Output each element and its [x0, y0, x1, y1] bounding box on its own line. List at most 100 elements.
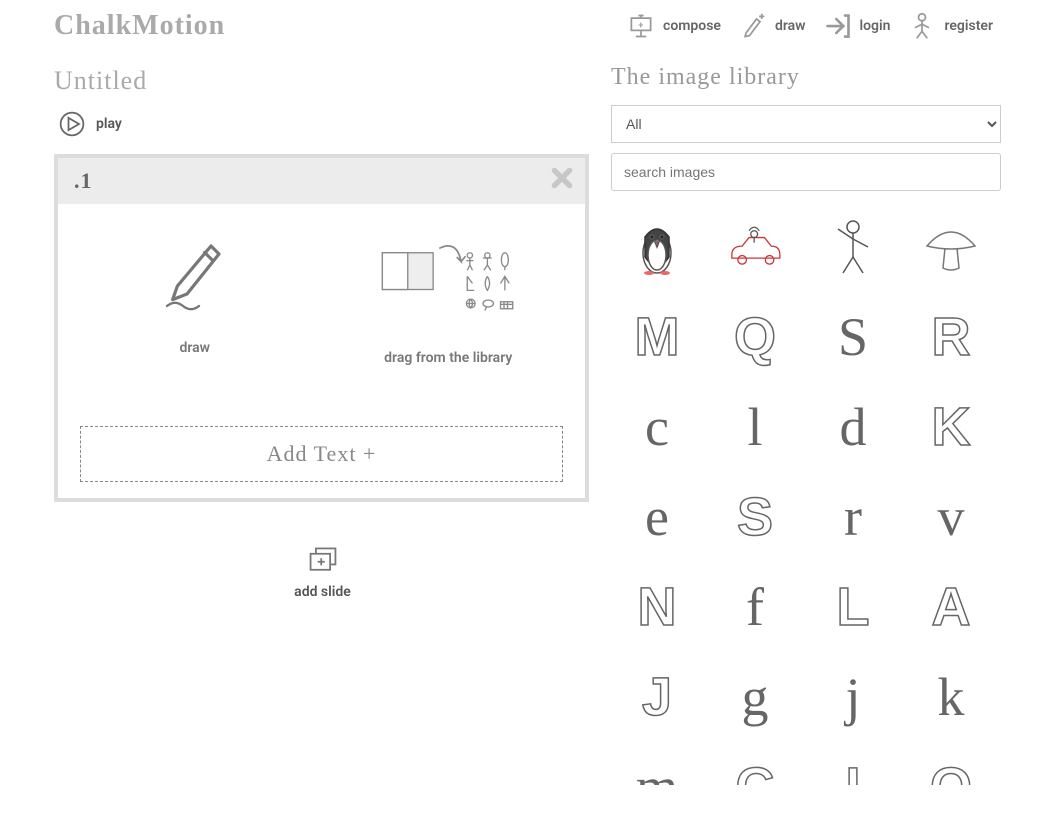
- library-item[interactable]: [709, 205, 801, 289]
- library-item[interactable]: c: [611, 385, 703, 469]
- car-icon: [725, 217, 785, 277]
- glyph: f: [746, 580, 764, 634]
- play-button[interactable]: play: [58, 110, 591, 138]
- glyph: j: [845, 670, 860, 724]
- app-logo: ChalkMotion: [54, 10, 225, 42]
- pencil-icon: [155, 234, 235, 314]
- slide-number: .1: [68, 168, 93, 194]
- glyph: I: [845, 760, 860, 785]
- pencil-plus-icon: [739, 12, 767, 40]
- drag-library-icon: [378, 234, 518, 324]
- library-item[interactable]: L: [807, 565, 899, 649]
- add-slide-label: add slide: [294, 584, 351, 600]
- slide-body: draw: [58, 204, 585, 376]
- mushroom-icon: [921, 217, 981, 277]
- glyph: d: [840, 400, 867, 454]
- nav-compose-label: compose: [663, 18, 721, 34]
- drag-option-label: drag from the library: [384, 350, 512, 366]
- draw-option-label: draw: [179, 340, 210, 356]
- easel-icon: +: [627, 12, 655, 40]
- main: Untitled play .1: [0, 42, 1041, 785]
- slide-option-draw[interactable]: draw: [68, 234, 322, 366]
- library-title: The image library: [611, 64, 1001, 91]
- nav-draw-label: draw: [775, 18, 806, 34]
- library-item[interactable]: f: [709, 565, 801, 649]
- login-icon: [824, 12, 852, 40]
- nav-register-label: register: [944, 18, 993, 34]
- library-item[interactable]: l: [709, 385, 801, 469]
- library-column: The image library All MQ S Rc l d Ke Sr v Nf L A Jg…: [611, 58, 1001, 785]
- glyph: L: [837, 580, 870, 634]
- glyph: R: [932, 310, 971, 364]
- glyph: K: [932, 400, 971, 454]
- library-search-input[interactable]: [611, 153, 1001, 191]
- play-label: play: [96, 116, 122, 132]
- library-item[interactable]: R: [905, 295, 997, 379]
- nav-register[interactable]: register: [908, 12, 993, 40]
- nav: + compose draw login register: [627, 12, 993, 40]
- library-item[interactable]: M: [611, 295, 703, 379]
- glyph: N: [638, 580, 677, 634]
- add-text-button[interactable]: Add Text +: [80, 426, 563, 482]
- glyph: e: [645, 490, 669, 544]
- slide-close-button[interactable]: [549, 164, 575, 199]
- add-slide-button[interactable]: add slide: [54, 546, 591, 600]
- glyph: r: [844, 490, 862, 544]
- library-item[interactable]: m: [611, 745, 703, 785]
- close-icon: [549, 165, 575, 191]
- slide-card: .1 draw: [54, 154, 589, 502]
- library-item[interactable]: A: [905, 565, 997, 649]
- library-item[interactable]: S: [807, 295, 899, 379]
- stick-figure-icon: [908, 12, 936, 40]
- document-title[interactable]: Untitled: [54, 66, 591, 96]
- stick-person-icon: [823, 217, 883, 277]
- slide-option-drag[interactable]: drag from the library: [322, 234, 576, 366]
- library-item[interactable]: g: [709, 655, 801, 739]
- library-filter-select[interactable]: All: [611, 105, 1001, 143]
- nav-login-label: login: [860, 18, 891, 34]
- svg-text:+: +: [638, 21, 643, 31]
- library-item[interactable]: [905, 205, 997, 289]
- glyph: M: [635, 310, 680, 364]
- glyph: O: [930, 760, 972, 785]
- slide-header: .1: [58, 158, 585, 204]
- library-scroll[interactable]: MQ S Rc l d Ke Sr v Nf L A Jg j k m C I O: [611, 205, 1001, 785]
- library-item[interactable]: j: [807, 655, 899, 739]
- library-item[interactable]: [611, 205, 703, 289]
- library-item[interactable]: S: [709, 475, 801, 559]
- library-item[interactable]: J: [611, 655, 703, 739]
- library-item[interactable]: C: [709, 745, 801, 785]
- glyph: k: [938, 670, 965, 724]
- library-item[interactable]: [807, 205, 899, 289]
- glyph: l: [747, 400, 762, 454]
- library-item[interactable]: O: [905, 745, 997, 785]
- library-item[interactable]: r: [807, 475, 899, 559]
- nav-draw[interactable]: draw: [739, 12, 806, 40]
- library-item[interactable]: K: [905, 385, 997, 469]
- add-slide-icon: [307, 546, 339, 574]
- library-item[interactable]: d: [807, 385, 899, 469]
- library-item[interactable]: N: [611, 565, 703, 649]
- library-item[interactable]: Q: [709, 295, 801, 379]
- library-item[interactable]: k: [905, 655, 997, 739]
- library-item[interactable]: v: [905, 475, 997, 559]
- glyph: S: [838, 310, 868, 364]
- library-grid: MQ S Rc l d Ke Sr v Nf L A Jg j k m C I O: [611, 205, 997, 785]
- glyph: Q: [734, 310, 776, 364]
- nav-login[interactable]: login: [824, 12, 891, 40]
- glyph: S: [737, 490, 773, 544]
- glyph: v: [938, 490, 965, 544]
- library-item[interactable]: e: [611, 475, 703, 559]
- glyph: g: [742, 670, 769, 724]
- glyph: J: [642, 670, 672, 724]
- play-icon: [58, 110, 86, 138]
- library-item[interactable]: I: [807, 745, 899, 785]
- nav-compose[interactable]: + compose: [627, 12, 721, 40]
- glyph: A: [932, 580, 971, 634]
- editor-column: Untitled play .1: [54, 58, 591, 785]
- glyph: c: [645, 400, 669, 454]
- glyph: C: [736, 760, 775, 785]
- glyph: m: [636, 760, 678, 785]
- header: ChalkMotion + compose draw login registe…: [0, 0, 1041, 42]
- penguin-icon: [627, 217, 687, 277]
